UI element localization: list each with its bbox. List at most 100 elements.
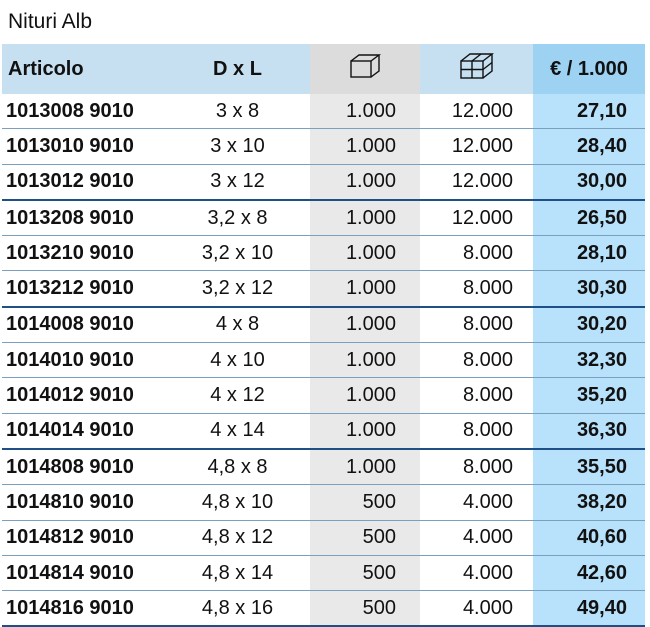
header-price: € / 1.000 [533, 44, 645, 94]
price-cell: 27,10 [533, 94, 645, 130]
box-quantity-cell: 12.000 [420, 128, 533, 165]
dimensions-cell: 4,8 x 8 [165, 448, 310, 486]
header-article: Articolo [2, 44, 165, 94]
price-cell: 28,40 [533, 128, 645, 165]
table-row: 1013208 9010 3,2 x 8 1.000 12.000 26,50 [2, 199, 645, 237]
box-quantity-cell: 4.000 [420, 555, 533, 592]
table-row: 1014814 9010 4,8 x 14 500 4.000 42,60 [2, 555, 645, 592]
article-cell: 1013210 9010 [2, 235, 165, 272]
pack-quantity-cell: 1.000 [310, 94, 420, 130]
pack-quantity-cell: 1.000 [310, 235, 420, 272]
dimensions-cell: 4,8 x 16 [165, 590, 310, 627]
table-row: 1013210 9010 3,2 x 10 1.000 8.000 28,10 [2, 235, 645, 272]
pack-quantity-cell: 1.000 [310, 270, 420, 308]
price-cell: 38,20 [533, 484, 645, 521]
article-cell: 1014012 9010 [2, 377, 165, 414]
price-cell: 42,60 [533, 555, 645, 592]
price-cell: 36,30 [533, 413, 645, 450]
article-cell: 1013010 9010 [2, 128, 165, 165]
header-pack-quantity [310, 44, 420, 94]
article-cell: 1014008 9010 [2, 306, 165, 344]
price-cell: 32,30 [533, 342, 645, 379]
dimensions-cell: 3,2 x 12 [165, 270, 310, 308]
article-cell: 1014010 9010 [2, 342, 165, 379]
table-row: 1013008 9010 3 x 8 1.000 12.000 27,10 [2, 94, 645, 130]
price-cell: 28,10 [533, 235, 645, 272]
dimensions-cell: 4 x 8 [165, 306, 310, 344]
box-quantity-cell: 8.000 [420, 448, 533, 486]
single-box-icon [348, 52, 382, 86]
pack-quantity-cell: 1.000 [310, 413, 420, 450]
article-cell: 1014814 9010 [2, 555, 165, 592]
header-dimensions: D x L [165, 44, 310, 94]
pack-quantity-cell: 1.000 [310, 128, 420, 165]
price-cell: 30,20 [533, 306, 645, 344]
price-cell: 40,60 [533, 520, 645, 556]
table-row: 1014012 9010 4 x 12 1.000 8.000 35,20 [2, 377, 645, 414]
article-cell: 1014816 9010 [2, 590, 165, 627]
box-quantity-cell: 4.000 [420, 590, 533, 627]
table-row: 1014010 9010 4 x 10 1.000 8.000 32,30 [2, 342, 645, 379]
table-row: 1013010 9010 3 x 10 1.000 12.000 28,40 [2, 128, 645, 165]
dimensions-cell: 4 x 12 [165, 377, 310, 414]
dimensions-cell: 3,2 x 8 [165, 199, 310, 237]
pack-quantity-cell: 1.000 [310, 448, 420, 486]
table-row: 1014014 9010 4 x 14 1.000 8.000 36,30 [2, 413, 645, 450]
pack-quantity-cell: 1.000 [310, 377, 420, 414]
price-cell: 49,40 [533, 590, 645, 627]
article-cell: 1014808 9010 [2, 448, 165, 486]
pack-quantity-cell: 500 [310, 555, 420, 592]
multi-box-icon [458, 51, 496, 87]
box-quantity-cell: 4.000 [420, 520, 533, 556]
table-body: 1013008 9010 3 x 8 1.000 12.000 27,10 1013010… [2, 94, 645, 627]
box-quantity-cell: 12.000 [420, 94, 533, 130]
box-quantity-cell: 4.000 [420, 484, 533, 521]
pack-quantity-cell: 500 [310, 484, 420, 521]
box-quantity-cell: 12.000 [420, 199, 533, 237]
article-cell: 1013212 9010 [2, 270, 165, 308]
price-cell: 30,00 [533, 164, 645, 201]
box-quantity-cell: 8.000 [420, 377, 533, 414]
table-row: 1014812 9010 4,8 x 12 500 4.000 40,60 [2, 520, 645, 556]
box-quantity-cell: 8.000 [420, 235, 533, 272]
dimensions-cell: 3 x 8 [165, 94, 310, 130]
dimensions-cell: 4,8 x 12 [165, 520, 310, 556]
article-cell: 1013012 9010 [2, 164, 165, 201]
table-row: 1013012 9010 3 x 12 1.000 12.000 30,00 [2, 164, 645, 201]
dimensions-cell: 4,8 x 14 [165, 555, 310, 592]
price-cell: 26,50 [533, 199, 645, 237]
article-cell: 1014014 9010 [2, 413, 165, 450]
price-cell: 30,30 [533, 270, 645, 308]
dimensions-cell: 3 x 12 [165, 164, 310, 201]
article-cell: 1013008 9010 [2, 94, 165, 130]
table-header-row: Articolo D x L € / 1.000 [2, 44, 645, 94]
table-row: 1013212 9010 3,2 x 12 1.000 8.000 30,30 [2, 270, 645, 308]
page-title: Nituri Alb [8, 10, 93, 33]
dimensions-cell: 3,2 x 10 [165, 235, 310, 272]
box-quantity-cell: 12.000 [420, 164, 533, 201]
box-quantity-cell: 8.000 [420, 306, 533, 344]
pack-quantity-cell: 500 [310, 520, 420, 556]
price-table: Articolo D x L € / 1.000 1013008 9010 3 … [2, 44, 645, 627]
price-cell: 35,20 [533, 377, 645, 414]
box-quantity-cell: 8.000 [420, 342, 533, 379]
box-quantity-cell: 8.000 [420, 413, 533, 450]
pack-quantity-cell: 500 [310, 590, 420, 627]
article-cell: 1013208 9010 [2, 199, 165, 237]
dimensions-cell: 3 x 10 [165, 128, 310, 165]
header-box-quantity [420, 44, 533, 94]
table-row: 1014810 9010 4,8 x 10 500 4.000 38,20 [2, 484, 645, 521]
pack-quantity-cell: 1.000 [310, 164, 420, 201]
dimensions-cell: 4 x 14 [165, 413, 310, 450]
price-cell: 35,50 [533, 448, 645, 486]
dimensions-cell: 4 x 10 [165, 342, 310, 379]
box-quantity-cell: 8.000 [420, 270, 533, 308]
article-cell: 1014812 9010 [2, 520, 165, 556]
pack-quantity-cell: 1.000 [310, 306, 420, 344]
dimensions-cell: 4,8 x 10 [165, 484, 310, 521]
article-cell: 1014810 9010 [2, 484, 165, 521]
table-row: 1014808 9010 4,8 x 8 1.000 8.000 35,50 [2, 448, 645, 486]
table-row: 1014816 9010 4,8 x 16 500 4.000 49,40 [2, 590, 645, 627]
table-row: 1014008 9010 4 x 8 1.000 8.000 30,20 [2, 306, 645, 344]
pack-quantity-cell: 1.000 [310, 342, 420, 379]
